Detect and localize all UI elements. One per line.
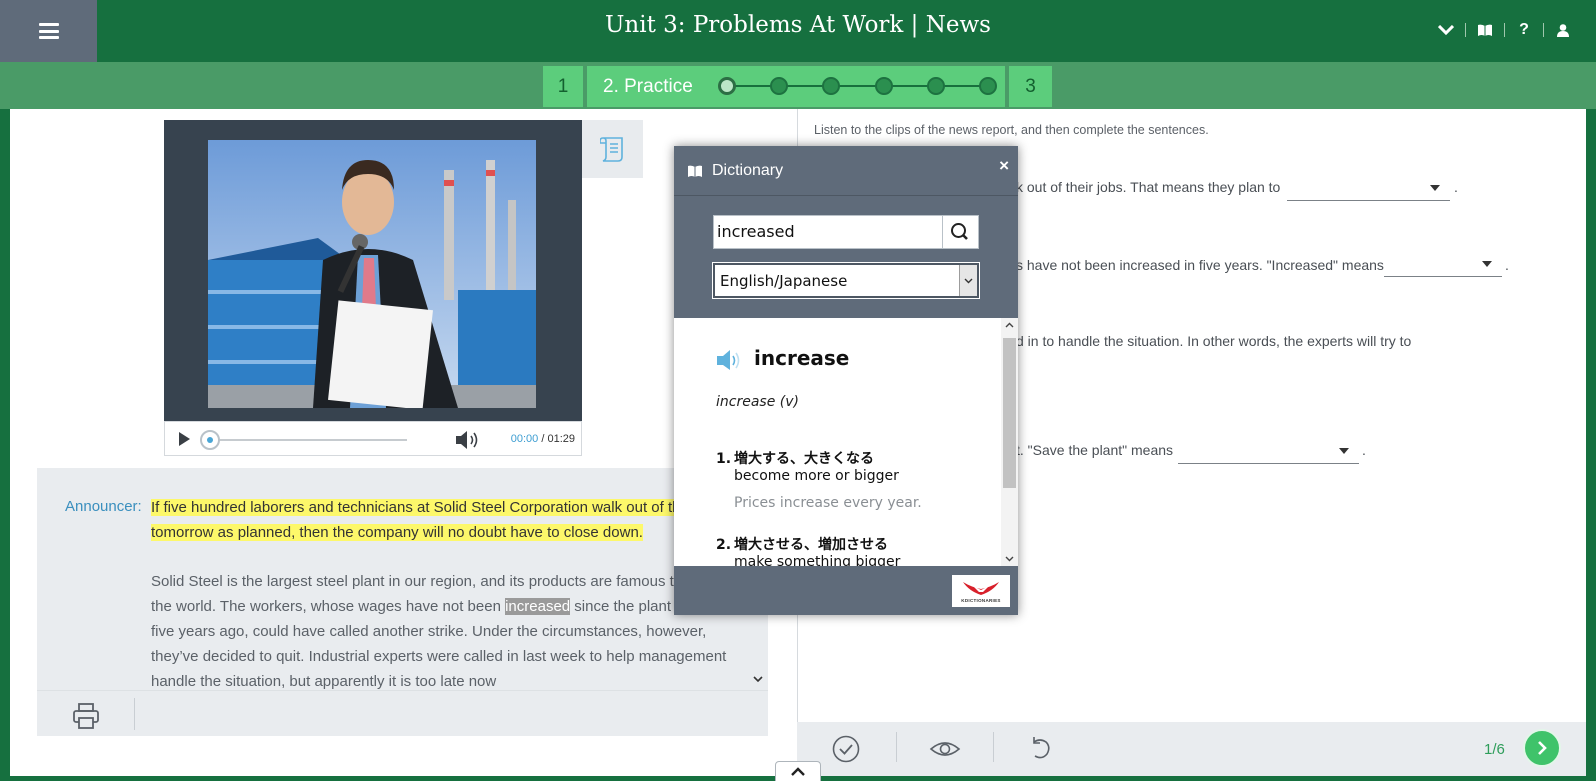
search-button[interactable]	[942, 215, 979, 249]
caret-down-icon	[1482, 261, 1492, 267]
toolbar-divider	[134, 698, 135, 730]
toolbar-divider	[993, 732, 994, 762]
book-icon[interactable]	[1466, 18, 1504, 42]
progress-dot-4[interactable]	[875, 77, 893, 95]
caret-down-icon	[1339, 448, 1349, 454]
sense-1: 1. 増大する、大きくなる become more or bigger Price…	[716, 448, 922, 511]
step-3-tab[interactable]: 3	[1009, 66, 1052, 107]
progress-dot-1[interactable]	[718, 77, 736, 95]
menu-button[interactable]	[0, 0, 97, 62]
transcript-toolbar	[37, 690, 768, 736]
language-select-value: English/Japanese	[720, 272, 848, 290]
sense-japanese: 増大させる、増加させる	[734, 537, 888, 553]
question-2-dropdown[interactable]	[1384, 253, 1502, 277]
highlighted-sentence[interactable]: If five hundred laborers and technicians…	[151, 499, 729, 541]
time-display: 00:00 / 01:29	[511, 433, 575, 445]
sense-number: 1.	[716, 451, 732, 467]
dictionary-scrollbar[interactable]	[1001, 318, 1018, 566]
chevron-down-icon[interactable]	[1427, 18, 1465, 42]
part-of-speech: increase (v)	[716, 394, 799, 410]
print-icon[interactable]	[73, 703, 101, 729]
page-title: Unit 3: Problems At Work | News	[605, 12, 991, 38]
header-icons: ?	[1427, 18, 1582, 42]
question-4-period: .	[1362, 442, 1366, 458]
question-4-text: t. "Save the plant" means	[1016, 442, 1174, 458]
next-arrow-icon	[1538, 741, 1547, 755]
play-icon[interactable]	[179, 431, 190, 446]
scroll-down-icon[interactable]	[753, 672, 765, 684]
app-header: Unit 3: Problems At Work | News ?	[0, 0, 1596, 62]
question-1-text: k out of their jobs. That means they pla…	[1016, 179, 1281, 195]
question-4-dropdown[interactable]	[1178, 440, 1359, 464]
logo-text: KDICTIONARIES	[961, 598, 1001, 603]
transcript-toggle-button[interactable]	[582, 120, 643, 178]
question-1-dropdown[interactable]	[1287, 177, 1450, 201]
help-icon[interactable]: ?	[1505, 18, 1543, 42]
chevron-up-icon	[791, 767, 805, 776]
check-icon[interactable]	[831, 734, 861, 764]
dictionary-footer: KDICTIONARIES	[674, 566, 1018, 615]
progress-dot-2[interactable]	[770, 77, 788, 95]
headword: increase	[754, 346, 850, 370]
video-player[interactable]	[164, 120, 582, 456]
next-button[interactable]	[1523, 729, 1561, 767]
sense-english: make something bigger	[734, 554, 901, 566]
question-1-period: .	[1454, 179, 1458, 195]
undo-icon[interactable]	[1025, 734, 1055, 764]
progress-dot-6[interactable]	[979, 77, 997, 95]
pronunciation-speaker-icon[interactable]	[716, 348, 744, 372]
close-icon[interactable]: ×	[999, 156, 1009, 176]
question-2-period: .	[1505, 257, 1509, 273]
video-controls: 00:00 / 01:29	[164, 421, 582, 456]
scroll-thumb[interactable]	[1003, 338, 1016, 488]
selected-word[interactable]: increased	[505, 598, 571, 615]
search-icon	[950, 223, 968, 240]
sense-japanese: 増大する、大きくなる	[734, 451, 874, 467]
kdictionaries-logo: KDICTIONARIES	[952, 575, 1010, 607]
current-time: 00:00	[510, 433, 539, 445]
caret-down-icon	[1430, 185, 1440, 191]
script-icon	[599, 137, 623, 162]
volume-icon[interactable]	[455, 430, 483, 450]
dictionary-entry: increase increase (v) 1. 増大する、大きくなる becom…	[674, 318, 1018, 566]
question-3-text: d in to handle the situation. In other w…	[1016, 333, 1412, 349]
dictionary-search-input[interactable]: increased	[713, 215, 943, 249]
seek-bar[interactable]	[207, 439, 407, 441]
step-2-tab[interactable]: 2. Practice	[587, 66, 1005, 107]
sense-2: 2. 増大させる、増加させる make something bigger	[716, 534, 900, 566]
dictionary-header: Dictionary ×	[674, 146, 1018, 196]
language-select[interactable]: English/Japanese	[712, 262, 980, 299]
sense-example: Prices increase every year.	[734, 495, 922, 511]
chevron-down-icon	[959, 265, 977, 296]
progress-dot-3[interactable]	[822, 77, 840, 95]
sense-number: 2.	[716, 537, 732, 553]
step-1-tab[interactable]: 1	[543, 66, 583, 107]
step-2-label: 2. Practice	[603, 75, 693, 97]
exercise-toolbar	[797, 722, 1586, 776]
toolbar-divider	[896, 732, 897, 762]
speaker-label: Announcer:	[65, 498, 142, 515]
dictionary-popup: Dictionary × increased English/Japanese …	[674, 146, 1018, 615]
progress-dots	[718, 77, 998, 95]
video-frame-image	[208, 140, 536, 408]
progress-dot-5[interactable]	[927, 77, 945, 95]
menu-icon	[38, 23, 59, 39]
user-icon[interactable]	[1544, 18, 1582, 42]
eye-icon[interactable]	[929, 734, 961, 764]
page-counter: 1/6	[1484, 741, 1505, 758]
transcript-paragraph: Solid Steel is the largest steel plant i…	[151, 569, 747, 690]
book-icon	[688, 164, 702, 182]
dictionary-title: Dictionary	[712, 162, 784, 179]
transcript-panel: Announcer: If five hundred laborers and …	[37, 468, 768, 690]
question-2-text: s have not been increased in five years.…	[1016, 257, 1384, 273]
collapse-toggle[interactable]	[775, 761, 821, 781]
transcript-text: If five hundred laborers and technicians…	[151, 495, 747, 690]
seek-handle[interactable]	[200, 430, 220, 450]
exercise-instructions: Listen to the clips of the news report, …	[814, 123, 1209, 137]
duration: 01:29	[547, 433, 575, 445]
sense-english: become more or bigger	[734, 468, 899, 484]
